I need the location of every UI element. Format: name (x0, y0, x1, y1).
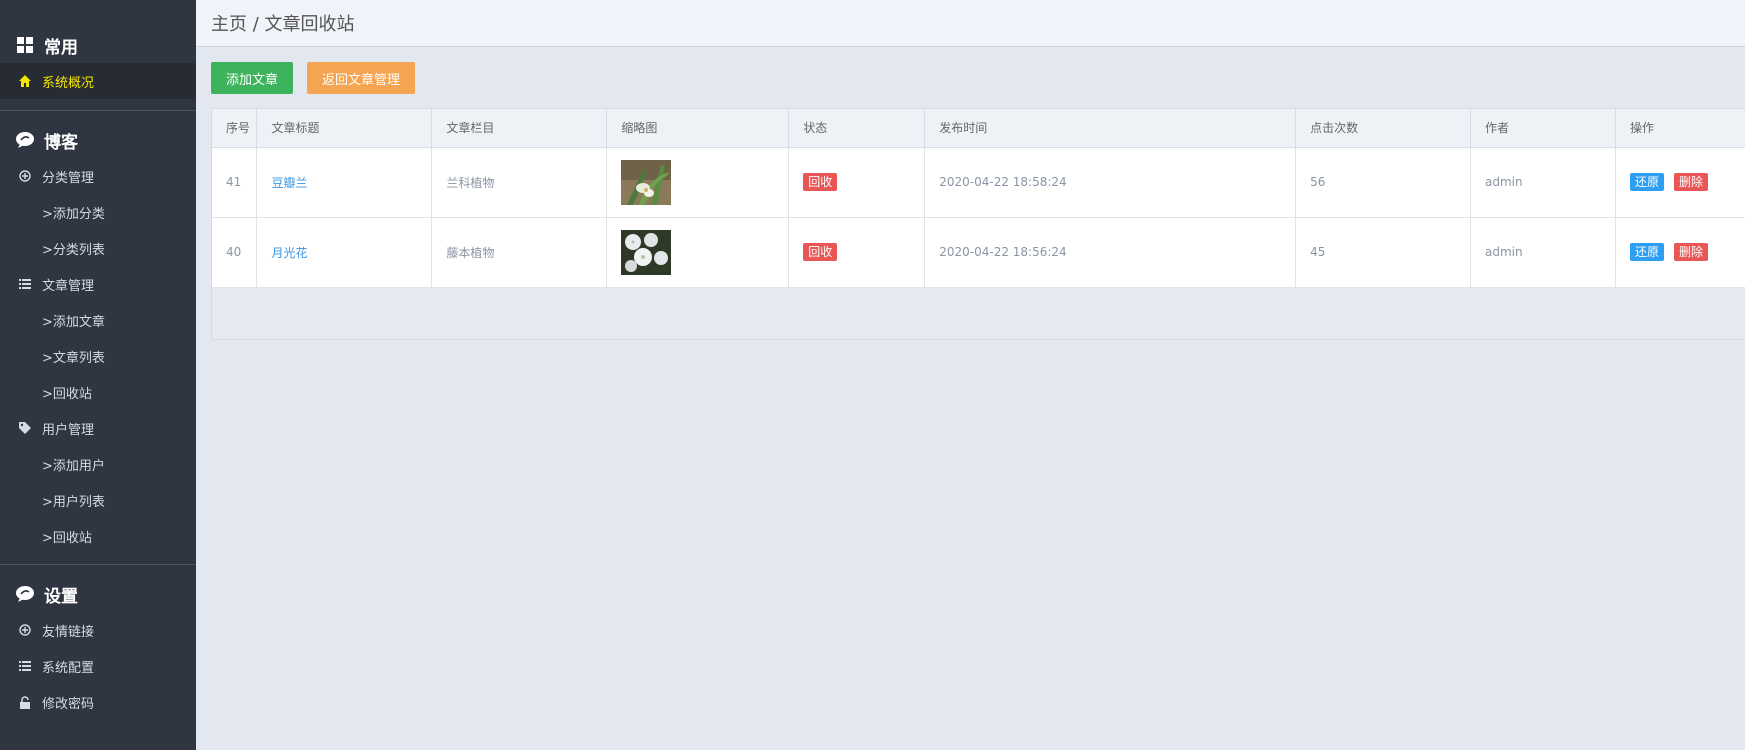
delete-button[interactable]: 删除 (1673, 243, 1708, 261)
breadcrumb-text: 主页 / 文章回收站 (211, 14, 355, 35)
sidebar-section-label: 常用 (44, 37, 78, 58)
sidebar-item-label: >文章列表 (42, 350, 105, 366)
cell-category: 藤本植物 (431, 217, 608, 288)
cell-id: 41 (212, 147, 258, 218)
sidebar-item-label: >回收站 (42, 530, 92, 546)
sidebar-item-label: 系统配置 (42, 660, 95, 676)
sidebar-item-label: >添加文章 (42, 314, 105, 330)
sidebar-item-label: 系统概况 (42, 75, 95, 91)
sidebar-item-user-recycle[interactable]: >回收站 (0, 518, 196, 554)
cell-author: admin (1470, 147, 1616, 218)
column-header: 操作 (1615, 109, 1745, 148)
cell-clicks: 45 (1295, 217, 1471, 288)
thumbnail-image (621, 229, 672, 275)
delete-button[interactable]: 删除 (1673, 173, 1708, 191)
restore-button[interactable]: 还原 (1629, 173, 1664, 191)
sidebar-item-user-list[interactable]: >用户列表 (0, 482, 196, 518)
table-header-row: 序号 文章标题 文章栏目 缩略图 状态 发布时间 点击次数 作者 操作 (212, 109, 1745, 148)
sidebar-item-category-manage[interactable]: 分类管理 (0, 158, 196, 194)
recycle-table-card: 序号 文章标题 文章栏目 缩略图 状态 发布时间 点击次数 作者 操作 41 豆… (211, 108, 1745, 340)
recycle-table: 序号 文章标题 文章栏目 缩略图 状态 发布时间 点击次数 作者 操作 41 豆… (212, 109, 1745, 288)
sidebar-item-friend-links[interactable]: 友情链接 (0, 612, 196, 648)
cell-time: 2020-04-22 18:56:24 (924, 217, 1297, 288)
article-title-link[interactable]: 月光花 (271, 246, 307, 260)
column-header: 文章标题 (256, 109, 433, 148)
sidebar-item-user-manage[interactable]: 用户管理 (0, 410, 196, 446)
sidebar-section-title: 常用 (0, 27, 196, 63)
sidebar-item-label: 友情链接 (42, 624, 95, 640)
plus-circle-icon (18, 169, 32, 183)
table-row: 40 月光花 藤本植物 回收 2020-04-22 18:56:24 45 ad… (212, 217, 1745, 288)
sidebar-item-label: >添加用户 (42, 458, 105, 474)
sidebar-section-label: 博客 (44, 132, 78, 153)
article-title-link[interactable]: 豆瓣兰 (271, 176, 307, 190)
sidebar-divider (0, 110, 196, 111)
sidebar-section-label: 设置 (44, 586, 78, 607)
sidebar-item-add-category[interactable]: >添加分类 (0, 194, 196, 230)
status-badge: 回收 (803, 173, 838, 191)
cell-category: 兰科植物 (431, 147, 608, 218)
sidebar-item-label: 文章管理 (42, 278, 95, 294)
cell-id: 40 (212, 217, 258, 288)
sidebar-item-change-password[interactable]: 修改密码 (0, 684, 196, 720)
add-article-button[interactable]: 添加文章 (211, 62, 294, 94)
sidebar-item-label: 用户管理 (42, 422, 95, 438)
sidebar-item-article-recycle[interactable]: >回收站 (0, 374, 196, 410)
sidebar-item-label: >回收站 (42, 386, 92, 402)
sidebar-item-label: 分类管理 (42, 170, 95, 186)
chat-bubble-icon (16, 131, 34, 149)
sidebar-section-settings: 设置 友情链接 系统配置 修改密码 (0, 576, 196, 720)
sidebar-item-add-article[interactable]: >添加文章 (0, 302, 196, 338)
sidebar: 常用 系统概况 博客 分类管理 >添加分类 >分类列表 文章管理 >添加文章 >… (0, 0, 196, 750)
breadcrumb: 主页 / 文章回收站 (196, 0, 1745, 47)
chat-bubble-icon (16, 585, 34, 603)
sidebar-divider (0, 564, 196, 565)
column-header: 点击次数 (1295, 109, 1471, 148)
restore-button[interactable]: 还原 (1629, 243, 1664, 261)
home-icon (18, 74, 32, 88)
sidebar-item-category-list[interactable]: >分类列表 (0, 230, 196, 266)
status-badge: 回收 (803, 243, 838, 261)
column-header: 文章栏目 (431, 109, 608, 148)
column-header: 发布时间 (924, 109, 1297, 148)
column-header: 缩略图 (606, 109, 790, 148)
column-header: 作者 (1470, 109, 1616, 148)
sidebar-item-system-config[interactable]: 系统配置 (0, 648, 196, 684)
cell-time: 2020-04-22 18:58:24 (924, 147, 1297, 218)
tag-icon (18, 421, 32, 435)
sidebar-item-article-list[interactable]: >文章列表 (0, 338, 196, 374)
sidebar-section-title: 博客 (0, 122, 196, 158)
sidebar-item-label: >添加分类 (42, 206, 105, 222)
sidebar-section-title: 设置 (0, 576, 196, 612)
sidebar-item-add-user[interactable]: >添加用户 (0, 446, 196, 482)
list-icon (18, 659, 32, 673)
sidebar-item-label: 修改密码 (42, 696, 95, 712)
sidebar-section-blog: 博客 分类管理 >添加分类 >分类列表 文章管理 >添加文章 >文章列表 >回收… (0, 122, 196, 554)
sidebar-section-common: 常用 系统概况 (0, 27, 196, 99)
sidebar-item-overview[interactable]: 系统概况 (0, 63, 196, 99)
thumbnail-image (621, 159, 672, 205)
column-header: 状态 (788, 109, 926, 148)
table-row: 41 豆瓣兰 兰科植物 回收 2020-04-22 18:58:24 56 ad… (212, 147, 1745, 218)
list-icon (18, 277, 32, 291)
grid-icon (16, 36, 34, 54)
column-header: 序号 (212, 109, 258, 148)
sidebar-item-label: >分类列表 (42, 242, 105, 258)
sidebar-item-label: >用户列表 (42, 494, 105, 510)
plus-circle-icon (18, 623, 32, 637)
sidebar-item-article-manage[interactable]: 文章管理 (0, 266, 196, 302)
cell-clicks: 56 (1295, 147, 1471, 218)
cell-author: admin (1470, 217, 1616, 288)
back-to-article-manage-button[interactable]: 返回文章管理 (307, 62, 416, 94)
lock-icon (18, 695, 32, 709)
